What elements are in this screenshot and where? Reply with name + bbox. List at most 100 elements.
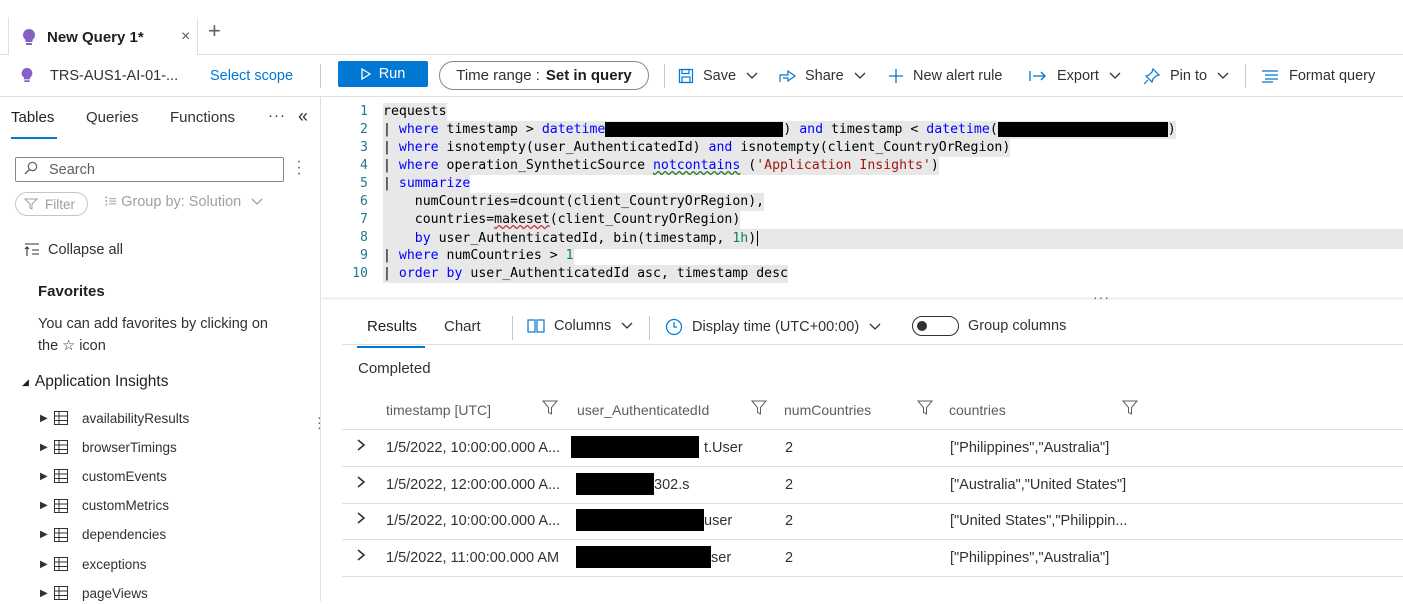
tab-bar: New Query 1* × + [0,0,1403,55]
table-row[interactable]: 1/5/2022, 10:00:00.000 A... user 2 ["United… [342,503,1403,540]
filter-label: Filter [45,196,75,212]
filter-icon[interactable] [750,400,768,419]
search-input[interactable]: Search [15,157,284,182]
filter-icon[interactable] [541,400,559,419]
filter-button[interactable]: Filter [15,192,88,216]
divider [1245,64,1246,88]
divider [342,344,1403,345]
splitter-handle[interactable]: · · · [317,410,322,434]
table-item[interactable]: ▶ dependencies [40,524,166,546]
tab-chart[interactable]: Chart [444,318,481,335]
redaction [576,509,704,531]
code-line: numCountries=dcount(client_CountryOrRegi… [383,193,765,211]
table-name: exceptions [82,556,147,572]
cell-countries: ["United States","Philippin... [950,513,1128,529]
query-editor[interactable]: 1 2 3 4 5 6 7 8 9 10 requests | where timestamp >… [322,97,1403,305]
line-number: 6 [360,194,368,209]
close-icon[interactable]: × [181,28,190,46]
chevron-down-icon [621,322,633,330]
group-columns-toggle[interactable] [912,316,959,336]
code-line: | summarize [383,175,471,193]
run-button[interactable]: Run [338,61,428,87]
col-header-countries[interactable]: countries [949,402,1006,418]
chevron-right-icon[interactable] [356,512,366,527]
search-placeholder: Search [49,162,95,178]
chevron-right-icon[interactable] [356,548,366,564]
favorites-title: Favorites [38,283,105,300]
add-tab-icon[interactable]: + [208,18,221,44]
table-item[interactable]: ▶ availabilityResults [40,407,189,429]
cell-countries: ["Philippines","Australia"] [950,440,1110,456]
divider [320,64,321,88]
lightbulb-icon [21,28,37,49]
table-item[interactable]: ▶ exceptions [40,553,147,575]
table-icon [54,469,74,484]
group-by-dropdown[interactable]: ⁝≡ Group by: Solution [104,194,263,210]
section-label: Application Insights [34,373,169,390]
divider [512,316,513,340]
columns-icon [527,319,545,333]
filter-icon[interactable] [916,400,934,419]
line-number: 2 [360,122,368,137]
section-application-insights[interactable]: ◢ Application Insights [22,373,168,391]
chevron-right-icon[interactable] [356,439,366,454]
table-row[interactable]: 1/5/2022, 12:00:00.000 A... 302.s 2 ["Austr… [342,467,1403,504]
new-alert-rule-button[interactable]: New alert rule [888,55,1002,97]
share-button[interactable]: Share [779,55,866,97]
tab-queries[interactable]: Queries [86,109,139,126]
export-icon [1029,70,1047,82]
more-vertical-icon[interactable]: · · · [296,154,302,182]
caret-down-icon: ◢ [22,376,29,387]
table-row[interactable]: 1/5/2022, 11:00:00.000 AM ser 2 ["Philippin… [342,540,1403,577]
more-icon[interactable]: ··· [268,107,286,124]
tab-new-query[interactable]: New Query 1* × [8,16,198,55]
select-scope-link[interactable]: Select scope [210,55,293,97]
redaction [571,436,699,458]
redaction [576,545,711,568]
tab-tables[interactable]: Tables [11,109,54,126]
table-item[interactable]: ▶ customEvents [40,465,167,487]
pin-to-button[interactable]: Pin to [1143,55,1229,97]
export-button[interactable]: Export [1029,55,1121,97]
cell-user: t.User [704,440,743,456]
line-number: 3 [360,140,368,155]
run-label: Run [378,66,406,82]
code-line: requests [383,103,447,121]
col-header-user[interactable]: user_AuthenticatedId [577,402,709,418]
caret-right-icon: ▶ [40,587,48,599]
display-time-dropdown[interactable]: Display time (UTC+00:00) [665,318,881,336]
chevron-right-icon[interactable] [356,475,366,491]
columns-button[interactable]: Columns [527,318,633,334]
scope-name: TRS-AUS1-AI-01-... [50,68,179,84]
collapse-all-button[interactable]: Collapse all [24,242,123,258]
collapse-all-label: Collapse all [48,242,123,258]
table-item[interactable]: ▶ browserTimings [40,436,177,458]
results-pane: Results Chart Columns Display time (UTC+… [322,300,1403,601]
play-icon [361,68,371,80]
collapse-pane-icon[interactable]: « [298,106,308,127]
active-tab-indicator [11,137,57,139]
share-icon [779,68,797,84]
cell-numcountries: 2 [785,440,794,456]
display-time-label: Display time (UTC+00:00) [692,319,860,335]
format-query-button[interactable]: Format query [1261,55,1375,97]
cell-user: user [704,513,733,529]
tab-functions[interactable]: Functions [170,109,235,126]
cell-timestamp: 1/5/2022, 10:00:00.000 A... [386,440,561,456]
caret-right-icon: ▶ [40,529,48,541]
cell-numcountries: 2 [785,549,794,566]
active-tab-indicator [357,346,425,348]
col-header-numcountries[interactable]: numCountries [784,402,871,418]
table-name: browserTimings [82,439,177,455]
time-range-picker[interactable]: Time range : Set in query [439,61,649,90]
table-name: dependencies [82,527,167,543]
filter-icon[interactable] [1121,400,1139,419]
save-button[interactable]: Save [678,55,758,97]
table-row[interactable]: 1/5/2022, 10:00:00.000 A... t.User 2 ["Phil… [342,430,1403,467]
table-item[interactable]: ▶ customMetrics [40,495,169,517]
tab-results[interactable]: Results [367,318,417,335]
line-number: 5 [360,176,368,191]
caret-right-icon: ▶ [40,441,48,453]
divider [649,316,650,340]
col-header-timestamp[interactable]: timestamp [UTC] [386,402,491,418]
